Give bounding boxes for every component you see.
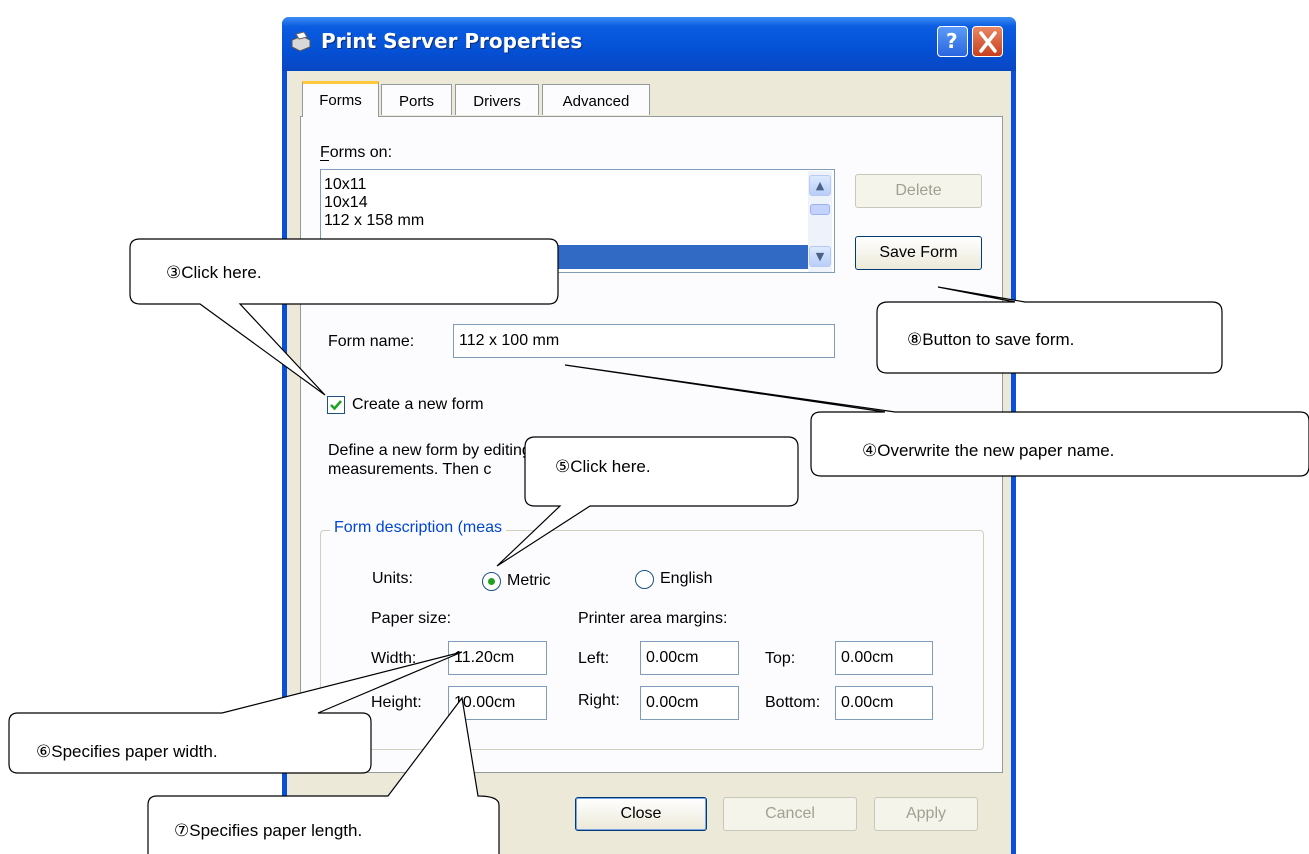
callout-8-text: ⑧Button to save form. bbox=[907, 330, 1075, 349]
callout-7-text: ⑦Specifies paper length. bbox=[174, 821, 363, 840]
callout-4-text: ④Overwrite the new paper name. bbox=[862, 441, 1115, 460]
callout-6-text: ⑥Specifies paper width. bbox=[36, 742, 218, 761]
tab-forms[interactable]: Forms bbox=[302, 81, 379, 117]
callout-3-text: ③Click here. bbox=[166, 263, 262, 282]
callout-5-text: ⑤Click here. bbox=[555, 457, 651, 476]
callout-overlay bbox=[8, 238, 1309, 854]
